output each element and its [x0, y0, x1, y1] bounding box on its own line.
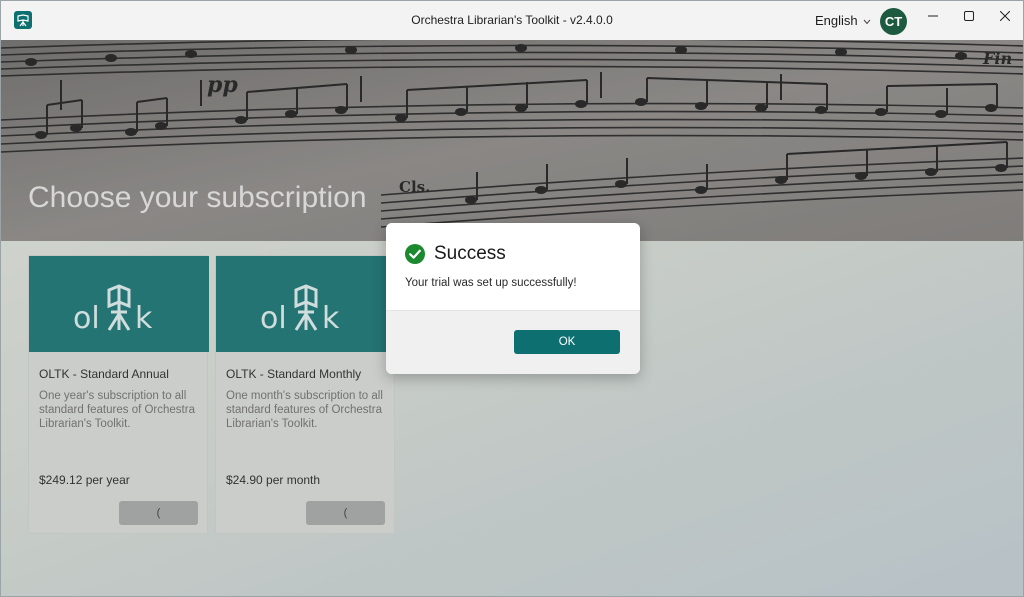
- title-bar: Orchestra Librarian's Toolkit - v2.4.0.0…: [1, 1, 1023, 40]
- language-selector[interactable]: English: [815, 13, 871, 28]
- dialog-message: Your trial was set up successfully!: [405, 277, 577, 289]
- close-button[interactable]: [987, 1, 1023, 31]
- chevron-down-icon: [863, 13, 871, 28]
- maximize-button[interactable]: [951, 1, 987, 31]
- app-window: Orchestra Librarian's Toolkit - v2.4.0.0…: [0, 0, 1024, 597]
- success-dialog: Success Your trial was set up successful…: [386, 223, 640, 374]
- maximize-icon: [964, 11, 974, 21]
- user-avatar[interactable]: CT: [880, 8, 907, 35]
- dialog-body: Success Your trial was set up successful…: [386, 223, 640, 310]
- ok-button[interactable]: OK: [514, 330, 620, 354]
- minimize-button[interactable]: [915, 1, 951, 31]
- dialog-title: Success: [434, 243, 506, 264]
- check-circle-icon: [405, 244, 425, 269]
- minimize-icon: [928, 15, 938, 17]
- close-icon: [1000, 11, 1010, 21]
- language-label: English: [815, 13, 858, 28]
